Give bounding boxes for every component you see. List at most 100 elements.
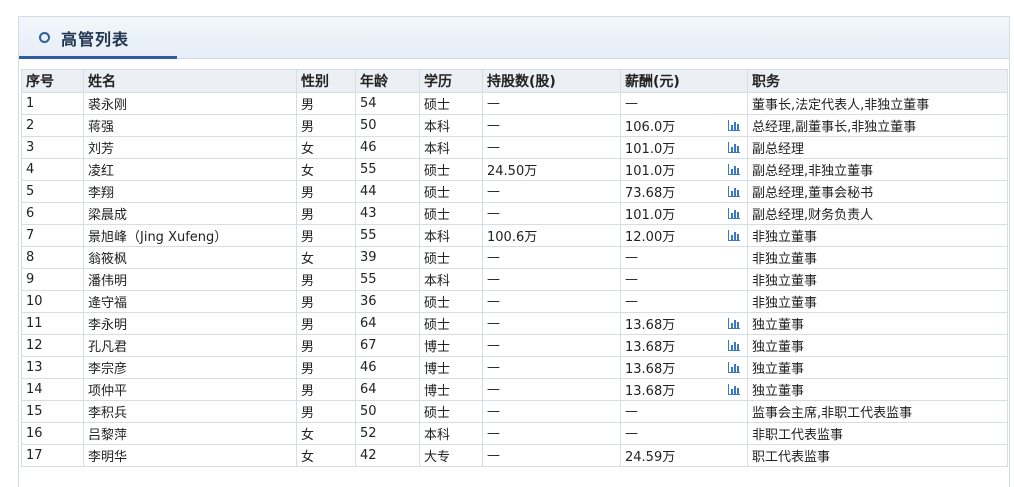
cell-role: 副总经理 bbox=[747, 136, 1008, 159]
header-underline bbox=[19, 56, 177, 59]
cell-education: 硕士 bbox=[419, 246, 483, 269]
cell-role: 独立董事 bbox=[747, 378, 1008, 401]
col-header-education: 学历 bbox=[419, 69, 483, 93]
cell-education: 博士 bbox=[419, 334, 483, 357]
table-row: 9 潘伟明男 55 本科 — — 非独立董事 bbox=[21, 268, 1008, 291]
cell-pay: 73.68万 bbox=[620, 180, 748, 203]
cell-gender: 女 bbox=[296, 246, 356, 269]
pay-value: 13.68万 bbox=[625, 362, 676, 377]
cell-age: 55 bbox=[355, 158, 420, 181]
cell-name: 翁筱枫 bbox=[83, 246, 297, 269]
cell-age: 44 bbox=[355, 180, 420, 203]
cell-education: 本科 bbox=[419, 422, 483, 445]
cell-role: 监事会主席,非职工代表监事 bbox=[747, 400, 1008, 423]
cell-shares: — bbox=[482, 202, 621, 225]
cell-no: 9 bbox=[21, 268, 84, 291]
cell-no: 3 bbox=[21, 136, 84, 159]
col-header-gender: 性别 bbox=[296, 69, 356, 93]
pay-value: 24.59万 bbox=[625, 450, 676, 465]
bar-chart-icon[interactable] bbox=[728, 186, 740, 197]
cell-education: 硕士 bbox=[419, 202, 483, 225]
cell-education: 本科 bbox=[419, 136, 483, 159]
cell-role: 非独立董事 bbox=[747, 246, 1008, 269]
table-row: 10 逄守福男 36 硕士 — — 非独立董事 bbox=[21, 290, 1008, 313]
col-header-no: 序号 bbox=[21, 69, 84, 93]
pay-value: 13.68万 bbox=[625, 384, 676, 399]
pay-value: — bbox=[625, 404, 638, 419]
cell-age: 42 bbox=[355, 444, 420, 467]
cell-shares: — bbox=[482, 356, 621, 379]
bar-chart-icon[interactable] bbox=[728, 142, 740, 153]
cell-age: 55 bbox=[355, 224, 420, 247]
cell-pay: 101.0万 bbox=[620, 136, 748, 159]
cell-name: 凌红 bbox=[83, 158, 297, 181]
pay-value: — bbox=[625, 426, 638, 441]
bar-chart-icon[interactable] bbox=[728, 340, 740, 351]
pay-value: 101.0万 bbox=[625, 164, 676, 179]
cell-pay: — bbox=[620, 92, 748, 115]
cell-name: 李明华 bbox=[83, 444, 297, 467]
cell-pay: — bbox=[620, 422, 748, 445]
bar-chart-icon[interactable] bbox=[728, 362, 740, 373]
table-row: 14 项仲平男 64 博士 — 13.68万 独立董事 bbox=[21, 378, 1008, 401]
bar-chart-icon[interactable] bbox=[728, 120, 740, 131]
cell-no: 1 bbox=[21, 92, 84, 115]
cell-no: 12 bbox=[21, 334, 84, 357]
pay-value: 101.0万 bbox=[625, 142, 676, 157]
cell-no: 6 bbox=[21, 202, 84, 225]
table-row: 15 李积兵男 50 硕士 — — 监事会主席,非职工代表监事 bbox=[21, 400, 1008, 423]
cell-age: 50 bbox=[355, 114, 420, 137]
cell-gender: 女 bbox=[296, 158, 356, 181]
cell-no: 15 bbox=[21, 400, 84, 423]
cell-role: 总经理,副董事长,非独立董事 bbox=[747, 114, 1008, 137]
col-header-role: 职务 bbox=[747, 69, 1008, 93]
cell-role: 非独立董事 bbox=[747, 290, 1008, 313]
cell-no: 13 bbox=[21, 356, 84, 379]
table-row: 8 翁筱枫女 39 硕士 — — 非独立董事 bbox=[21, 246, 1008, 269]
panel-title: 高管列表 bbox=[61, 30, 130, 49]
cell-education: 硕士 bbox=[419, 158, 483, 181]
pay-value: 73.68万 bbox=[625, 186, 676, 201]
pay-value: 101.0万 bbox=[625, 208, 676, 223]
cell-gender: 男 bbox=[296, 202, 356, 225]
cell-name: 项仲平 bbox=[83, 378, 297, 401]
cell-shares: — bbox=[482, 400, 621, 423]
top-clipped-strip bbox=[0, 0, 1014, 8]
cell-shares: — bbox=[482, 334, 621, 357]
col-header-pay: 薪酬(元) bbox=[620, 69, 748, 93]
cell-no: 4 bbox=[21, 158, 84, 181]
cell-education: 大专 bbox=[419, 444, 483, 467]
bar-chart-icon[interactable] bbox=[728, 318, 740, 329]
cell-gender: 男 bbox=[296, 334, 356, 357]
cell-no: 14 bbox=[21, 378, 84, 401]
cell-role: 独立董事 bbox=[747, 312, 1008, 335]
col-header-shares: 持股数(股) bbox=[482, 69, 621, 93]
cell-age: 50 bbox=[355, 400, 420, 423]
table-row: 3 刘芳女 46 本科 — 101.0万 副总经理 bbox=[21, 136, 1008, 159]
cell-shares: — bbox=[482, 246, 621, 269]
bar-chart-icon[interactable] bbox=[728, 230, 740, 241]
table-row: 2 蒋强男 50 本科 — 106.0万 总经理,副董事长,非独立董事 bbox=[21, 114, 1008, 137]
cell-role: 非职工代表监事 bbox=[747, 422, 1008, 445]
cell-age: 55 bbox=[355, 268, 420, 291]
bar-chart-icon[interactable] bbox=[728, 208, 740, 219]
bar-chart-icon[interactable] bbox=[728, 164, 740, 175]
pay-value: 106.0万 bbox=[625, 120, 676, 135]
cell-shares: — bbox=[482, 114, 621, 137]
cell-pay: 106.0万 bbox=[620, 114, 748, 137]
cell-gender: 男 bbox=[296, 224, 356, 247]
cell-shares: — bbox=[482, 268, 621, 291]
table-body: 1 裘永刚男 54 硕士 — — 董事长,法定代表人,非独立董事 2 蒋强男 50 本科 —106.0… bbox=[21, 92, 1008, 467]
cell-name: 裘永刚 bbox=[83, 92, 297, 115]
cell-gender: 男 bbox=[296, 312, 356, 335]
bar-chart-icon[interactable] bbox=[728, 384, 740, 395]
cell-no: 5 bbox=[21, 180, 84, 203]
cell-pay: 12.00万 bbox=[620, 224, 748, 247]
cell-age: 64 bbox=[355, 312, 420, 335]
cell-shares: — bbox=[482, 180, 621, 203]
cell-name: 刘芳 bbox=[83, 136, 297, 159]
cell-pay: 24.59万 bbox=[620, 444, 748, 467]
table-row: 16 吕黎萍女 52 本科 — — 非职工代表监事 bbox=[21, 422, 1008, 445]
cell-age: 54 bbox=[355, 92, 420, 115]
cell-role: 董事长,法定代表人,非独立董事 bbox=[747, 92, 1008, 115]
